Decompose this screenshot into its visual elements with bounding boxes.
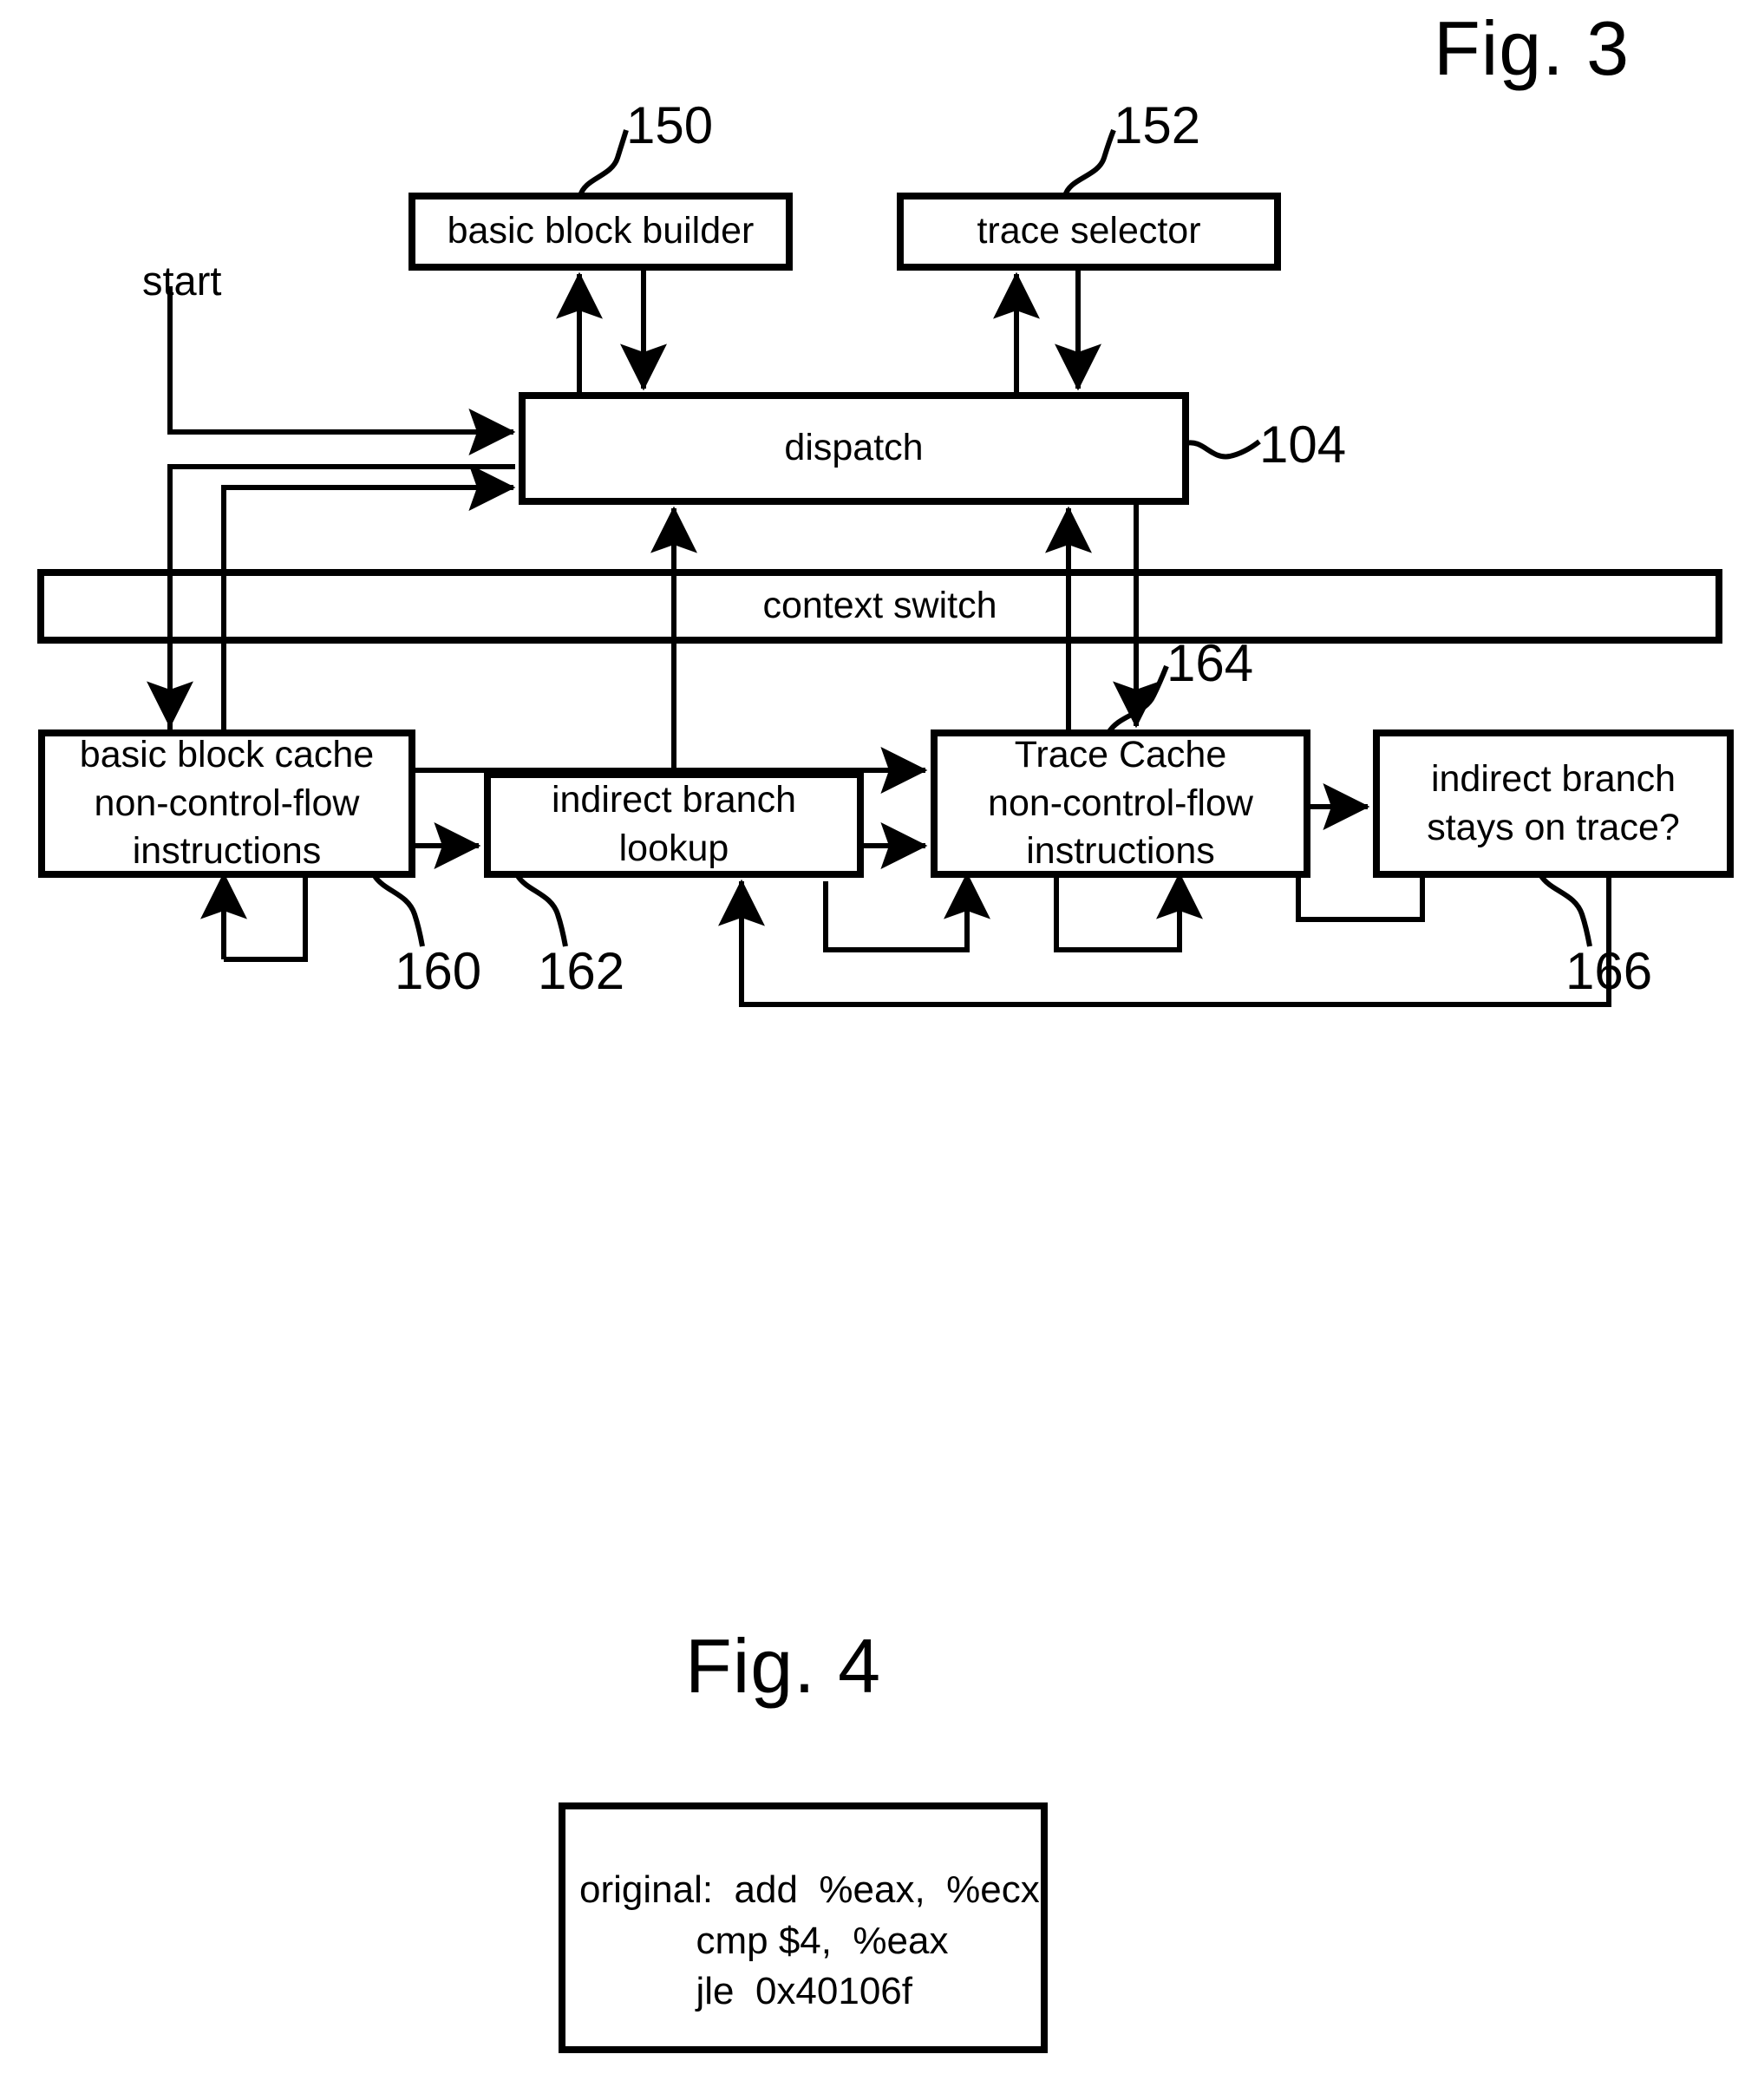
figure-sheet: Fig. 3 150 152 104 164 160 162 166 start… bbox=[0, 0, 1758, 2100]
leader-166 bbox=[1539, 874, 1592, 947]
ref-162: 162 bbox=[538, 942, 625, 1000]
fig3-connectors bbox=[37, 128, 1734, 2053]
box-trace-selector bbox=[897, 193, 1281, 271]
leader-104 bbox=[1185, 439, 1261, 460]
arrow-start-to-dispatch bbox=[167, 286, 516, 455]
start-label: start bbox=[142, 258, 222, 304]
leader-152 bbox=[1062, 128, 1116, 198]
wire-ibstays-to-iblookup-bus bbox=[718, 874, 1611, 1007]
fig3-title: Fig. 3 bbox=[1434, 5, 1631, 91]
wire-bbcache-selfloop bbox=[224, 874, 308, 962]
box-context-switch bbox=[37, 569, 1722, 644]
ref-160: 160 bbox=[395, 942, 482, 1000]
leader-150 bbox=[578, 129, 629, 198]
box-dispatch bbox=[519, 392, 1189, 505]
fig4-code-text: original: add %eax, %ecx cmp $4, %eax jl… bbox=[579, 1868, 1040, 2013]
ref-166: 166 bbox=[1565, 942, 1653, 1000]
ref-152: 152 bbox=[1114, 96, 1201, 154]
box-basic-block-cache bbox=[38, 729, 415, 878]
wire-ibstays-left-leg bbox=[1296, 874, 1425, 922]
box-indirect-branch-lookup bbox=[484, 771, 864, 878]
fig4-title: Fig. 4 bbox=[685, 1623, 882, 1709]
box-trace-cache bbox=[931, 729, 1310, 878]
wire-tracecache-loop-1 bbox=[1054, 872, 1203, 952]
diagram-canvas bbox=[37, 128, 1734, 2053]
box-basic-block-builder bbox=[408, 193, 793, 271]
ref-104: 104 bbox=[1259, 415, 1347, 474]
leader-162 bbox=[515, 874, 568, 947]
wire-iblookup-to-tracecache-loop bbox=[823, 872, 990, 952]
leader-160 bbox=[372, 874, 425, 947]
ref-150: 150 bbox=[626, 96, 714, 154]
box-indirect-branch-stays bbox=[1373, 729, 1734, 878]
ref-164: 164 bbox=[1167, 634, 1254, 692]
